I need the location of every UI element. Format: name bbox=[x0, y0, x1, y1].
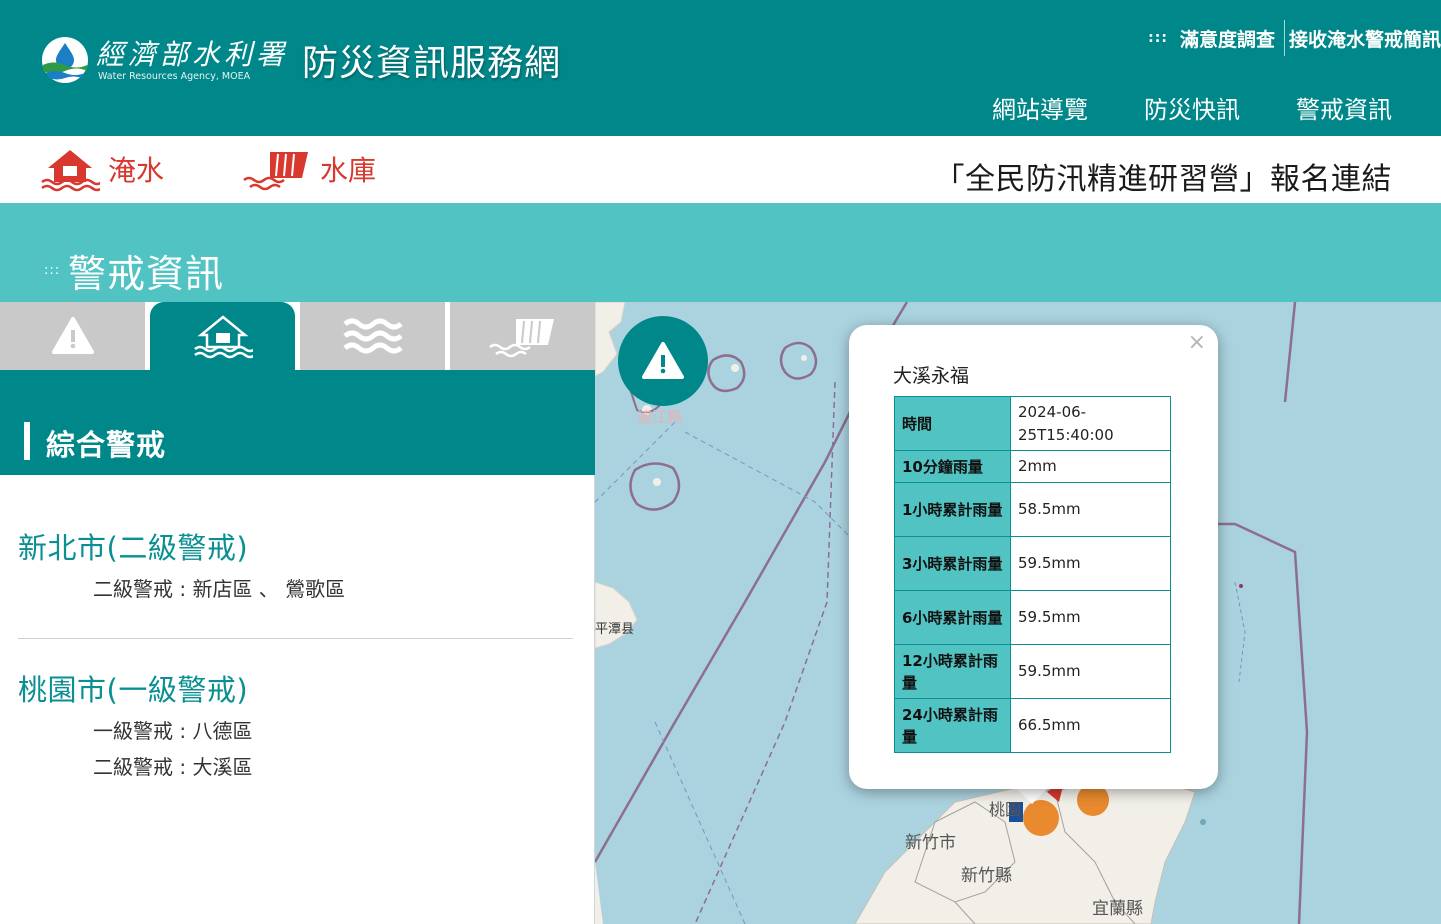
region-warning-line: 一級警戒 : 八德區 bbox=[93, 719, 253, 743]
flood-sms-link[interactable]: 接收淹水警戒簡訊 bbox=[1289, 25, 1441, 52]
table-row: 1小時累計雨量 58.5mm bbox=[894, 482, 1171, 537]
utility-links: ::: 滿意度調查 接收淹水警戒簡訊 bbox=[1148, 20, 1441, 56]
nav-item-warnings[interactable]: 警戒資訊 bbox=[1296, 90, 1392, 125]
table-value: 59.5mm bbox=[1010, 536, 1171, 591]
reservoir-dam-icon bbox=[488, 319, 554, 358]
table-row: 3小時累計雨量 59.5mm bbox=[894, 536, 1171, 591]
warning-icon bbox=[642, 342, 684, 379]
quick-link-reservoir-label: 水庫 bbox=[320, 154, 377, 187]
table-row: 6小時累計雨量 59.5mm bbox=[894, 590, 1171, 645]
table-value: 2mm bbox=[1010, 450, 1171, 483]
tab-reservoir-warning[interactable] bbox=[450, 302, 595, 370]
section-heading: 綜合警戒 bbox=[46, 428, 167, 462]
map-label-hsinchu-city: 新竹市 bbox=[905, 833, 956, 853]
table-key: 時間 bbox=[894, 396, 1011, 451]
region-title[interactable]: 新北市(二級警戒) bbox=[18, 525, 573, 567]
warning-type-tabs bbox=[0, 302, 595, 370]
table-key: 1小時累計雨量 bbox=[894, 482, 1011, 537]
rainfall-table: 時間 2024-06-25T15:40:00 10分鐘雨量 2mm 1小時累計雨… bbox=[894, 396, 1171, 753]
page-title: 警戒資訊 bbox=[68, 252, 225, 296]
map-label-lienchiang: 連江縣 bbox=[637, 408, 683, 426]
map-label-hsinchu-county: 新竹縣 bbox=[961, 866, 1012, 886]
warning-icon bbox=[51, 317, 94, 354]
table-value: 58.5mm bbox=[1010, 482, 1171, 537]
table-key: 10分鐘雨量 bbox=[894, 450, 1011, 483]
site-header: 經濟部水利署 Water Resources Agency, MOEA 防災資訊… bbox=[0, 0, 1441, 136]
region-warning-line: 二級警戒 : 大溪區 bbox=[93, 755, 253, 779]
table-value: 66.5mm bbox=[1010, 698, 1171, 753]
nav-item-sitemap[interactable]: 網站導覽 bbox=[992, 90, 1088, 125]
region-title[interactable]: 桃園市(一級警戒) bbox=[18, 667, 573, 709]
region-warning-line: 二級警戒 : 新店區 、 鶯歌區 bbox=[93, 577, 346, 601]
water-waves-icon bbox=[342, 318, 403, 354]
warning-panel: 綜合警戒 新北市(二級警戒) 二級警戒 : 新店區 、 鶯歌區 桃園市(一級警戒… bbox=[0, 302, 595, 924]
tab-flood-warning[interactable] bbox=[150, 302, 295, 370]
quick-link-reservoir[interactable]: 水庫 bbox=[242, 146, 376, 192]
table-key: 12小時累計雨量 bbox=[894, 644, 1011, 699]
region-warning-new-taipei: 新北市(二級警戒) 二級警戒 : 新店區 、 鶯歌區 bbox=[18, 525, 573, 607]
flood-house-icon bbox=[193, 315, 253, 359]
table-row: 12小時累計雨量 59.5mm bbox=[894, 644, 1171, 699]
table-row: 時間 2024-06-25T15:40:00 bbox=[894, 396, 1171, 451]
training-camp-signup-link[interactable]: 「全民防汛精進研習營」報名連結 bbox=[935, 154, 1393, 198]
table-value: 2024-06-25T15:40:00 bbox=[1010, 396, 1171, 451]
close-icon[interactable]: × bbox=[1188, 330, 1206, 355]
reservoir-dam-icon bbox=[243, 152, 308, 191]
tab-general-warning[interactable] bbox=[0, 302, 145, 370]
region-divider bbox=[18, 638, 573, 639]
site-logo[interactable]: 經濟部水利署 Water Resources Agency, MOEA 防災資訊… bbox=[40, 34, 561, 86]
map-label-yilan: 宜蘭縣 bbox=[1092, 899, 1143, 919]
quick-link-flood[interactable]: 淹水 bbox=[40, 146, 164, 192]
region-warning-taoyuan: 桃園市(一級警戒) 一級警戒 : 八德區 二級警戒 : 大溪區 bbox=[18, 667, 573, 785]
agency-name-en: Water Resources Agency, MOEA bbox=[98, 71, 251, 82]
map-label-pingtan: 平潭县 bbox=[595, 622, 635, 637]
table-row: 10分鐘雨量 2mm bbox=[894, 450, 1171, 483]
flood-house-icon bbox=[41, 150, 100, 192]
site-title: 防災資訊服務網 bbox=[302, 43, 562, 84]
station-name: 大溪永福 bbox=[893, 365, 970, 387]
agency-name-cn: 經濟部水利署 bbox=[96, 38, 289, 71]
main-nav: 網站導覽 防災快訊 警戒資訊 bbox=[992, 90, 1392, 125]
tab-water-level-warning[interactable] bbox=[300, 302, 445, 370]
table-key: 6小時累計雨量 bbox=[894, 590, 1011, 645]
table-key: 3小時累計雨量 bbox=[894, 536, 1011, 591]
satisfaction-survey-link[interactable]: 滿意度調查 bbox=[1180, 25, 1275, 52]
heading-accent-bar bbox=[24, 422, 30, 460]
quick-bar: 淹水 水庫 「全民防汛精進研習營」報名連結 bbox=[0, 136, 1441, 203]
table-value: 59.5mm bbox=[1010, 590, 1171, 645]
table-value: 59.5mm bbox=[1010, 644, 1171, 699]
link-divider bbox=[1283, 20, 1285, 56]
table-row: 24小時累計雨量 66.5mm bbox=[894, 698, 1171, 753]
accesskey-marker: ::: bbox=[1148, 30, 1168, 46]
station-info-popup: × 大溪永福 時間 2024-06-25T15:40:00 10分鐘雨量 2mm… bbox=[849, 325, 1218, 789]
water-agency-emblem-icon bbox=[42, 37, 88, 83]
page-title-band: ::: 警戒資訊 bbox=[0, 203, 1441, 302]
table-key: 24小時累計雨量 bbox=[894, 698, 1011, 753]
section-heading-bar: 綜合警戒 bbox=[0, 370, 595, 475]
accesskey-marker: ::: bbox=[44, 263, 61, 278]
quick-link-flood-label: 淹水 bbox=[108, 154, 165, 187]
nav-item-news[interactable]: 防災快訊 bbox=[1144, 90, 1240, 125]
map-warning-toggle-button[interactable] bbox=[618, 316, 708, 406]
